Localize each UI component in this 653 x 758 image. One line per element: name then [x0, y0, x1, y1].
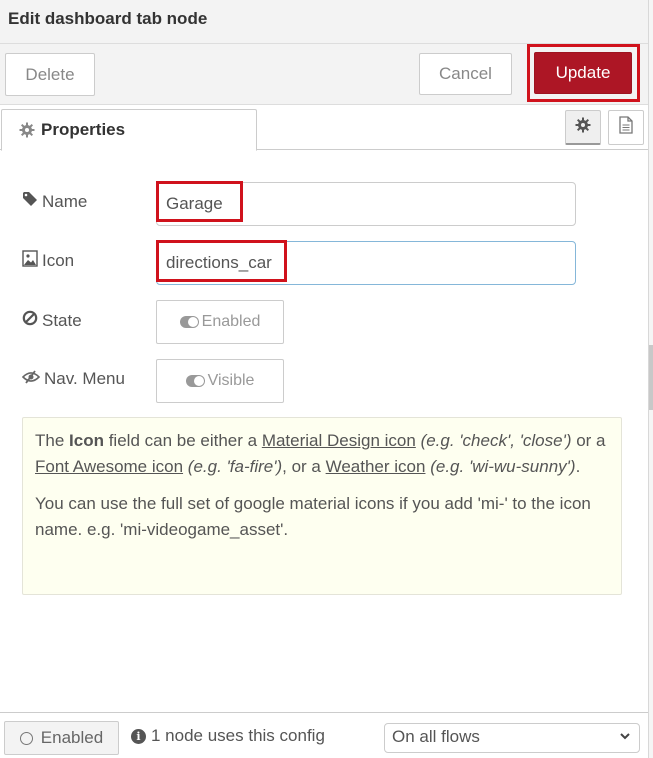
tip-text: field can be either a	[103, 431, 262, 450]
nav-menu-toggle-label: Visible	[207, 372, 255, 389]
icon-input[interactable]	[156, 241, 576, 285]
nav-menu-toggle[interactable]: Visible	[156, 359, 284, 403]
material-design-link[interactable]: Material Design icon	[262, 431, 416, 450]
gear-icon	[575, 117, 591, 138]
flow-scope-select[interactable]: On all flows	[384, 723, 640, 753]
description-tab-button[interactable]	[608, 110, 644, 145]
tray-toolbar: Delete Cancel Update	[0, 44, 648, 105]
config-usage-text: 1 node uses this config	[151, 726, 325, 745]
name-label: Name	[22, 191, 87, 212]
gear-icon	[19, 122, 35, 143]
nav-menu-label: Nav. Menu	[21, 369, 125, 389]
help-tip: The Icon field can be either a Material …	[22, 417, 622, 595]
info-icon: i	[131, 728, 146, 744]
state-toggle[interactable]: Enabled	[156, 300, 284, 344]
icon-label: Icon	[22, 250, 74, 272]
settings-tab-button[interactable]	[565, 110, 601, 145]
name-input[interactable]	[156, 182, 576, 226]
scrollbar-thumb[interactable]	[649, 345, 653, 410]
toggle-on-icon	[179, 316, 199, 328]
tip-text: , or a	[282, 457, 326, 476]
tip-text: .	[575, 457, 581, 476]
nav-menu-label-text: Nav. Menu	[44, 369, 125, 388]
toggle-on-icon	[185, 375, 205, 387]
config-usage: i 1 node uses this config	[131, 726, 325, 746]
update-button[interactable]: Update	[534, 52, 632, 94]
cancel-button-label: Cancel	[439, 64, 492, 83]
state-toggle-label: Enabled	[201, 313, 261, 330]
config-enabled-toggle[interactable]: Enabled	[4, 721, 119, 755]
tip-text: or a	[571, 431, 606, 450]
tip-paragraph-2: You can use the full set of google mater…	[35, 494, 591, 539]
tip-example: (e.g. 'wi-wu-sunny')	[430, 457, 576, 476]
font-awesome-link[interactable]: Font Awesome icon	[35, 457, 183, 476]
flow-scope-value: On all flows	[392, 727, 480, 746]
image-icon	[22, 250, 38, 272]
icon-label-text: Icon	[42, 251, 75, 270]
name-label-text: Name	[42, 191, 88, 211]
tip-paragraph-1: The Icon field can be either a Material …	[35, 428, 609, 480]
circle-icon	[19, 731, 33, 745]
tab-properties[interactable]: Properties	[1, 109, 257, 151]
state-label-text: State	[42, 310, 82, 330]
tip-bold-icon: Icon	[69, 431, 104, 450]
tray-title: Edit dashboard tab node	[8, 9, 208, 28]
document-icon	[619, 116, 633, 139]
tag-icon	[22, 191, 38, 212]
eye-slash-icon	[21, 369, 41, 389]
config-enabled-label: Enabled	[40, 728, 104, 747]
state-label: State	[22, 310, 82, 331]
ban-icon	[22, 310, 38, 331]
tab-properties-label: Properties	[41, 120, 126, 139]
cancel-button[interactable]: Cancel	[419, 53, 512, 95]
tip-example: (e.g. 'fa-fire')	[187, 457, 283, 476]
delete-button-label: Delete	[25, 64, 75, 84]
chevron-down-icon	[619, 728, 631, 749]
tray-footer: Enabled i 1 node uses this config On all…	[0, 712, 648, 758]
tip-text: The	[35, 431, 70, 450]
tip-example: (e.g. 'check', 'close')	[420, 431, 572, 450]
update-button-label: Update	[555, 63, 611, 82]
tray-header: Edit dashboard tab node	[0, 0, 648, 44]
weather-icon-link[interactable]: Weather icon	[326, 457, 426, 476]
tabs-row: Properties	[0, 105, 648, 151]
delete-button[interactable]: Delete	[5, 53, 95, 96]
